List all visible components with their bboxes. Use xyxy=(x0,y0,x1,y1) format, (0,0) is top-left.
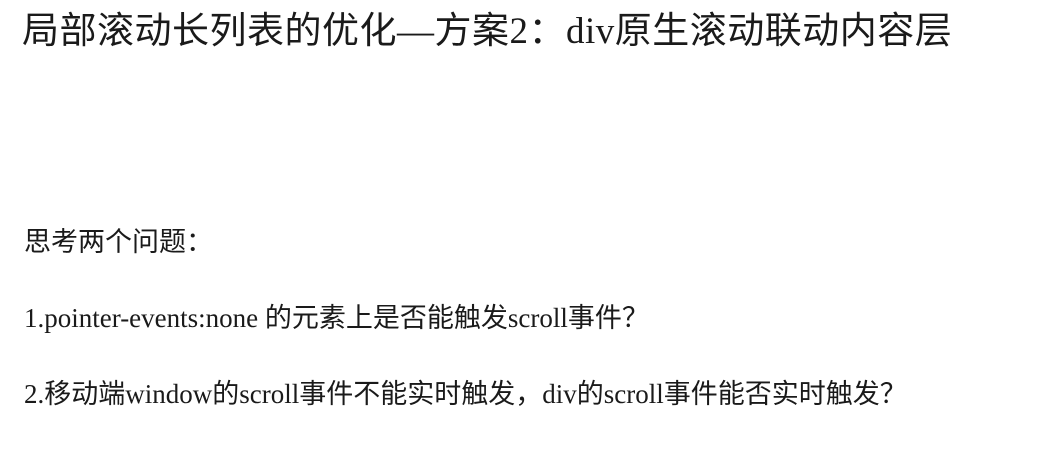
slide-title: 局部滚动长列表的优化—方案2：div原生滚动联动内容层 xyxy=(22,11,953,52)
question-2: 2.移动端window的scroll事件不能实时触发，div的scroll事件能… xyxy=(24,379,907,409)
slide: 局部滚动长列表的优化—方案2：div原生滚动联动内容层 思考两个问题： 1.po… xyxy=(0,0,1063,451)
question-1: 1.pointer-events:none 的元素上是否能触发scroll事件？ xyxy=(24,303,649,333)
question-intro: 思考两个问题： xyxy=(24,227,213,257)
